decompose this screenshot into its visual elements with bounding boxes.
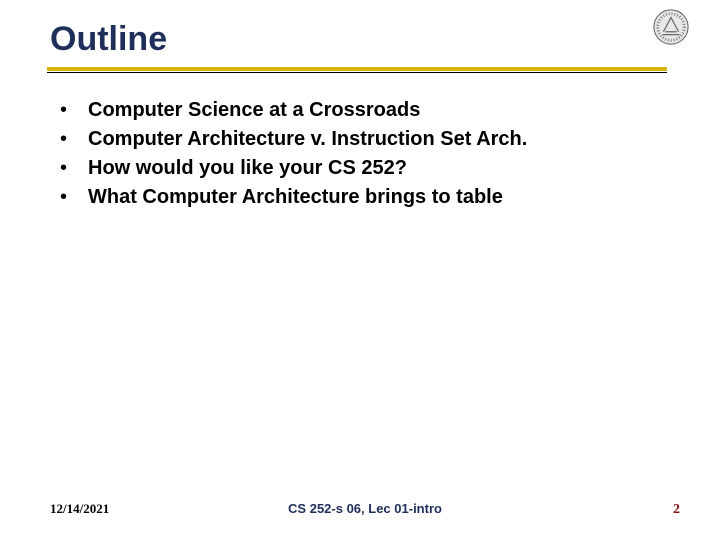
slide-title: Outline bbox=[50, 20, 680, 59]
title-underline bbox=[47, 67, 667, 71]
footer-center: CS 252-s 06, Lec 01-intro bbox=[50, 501, 680, 516]
bullet-text: Computer Science at a Crossroads bbox=[88, 98, 420, 123]
footer: 12/14/2021 CS 252-s 06, Lec 01-intro 2 bbox=[50, 501, 680, 518]
list-item: • How would you like your CS 252? bbox=[60, 156, 670, 181]
bullet-icon: • bbox=[60, 156, 88, 180]
bullet-text: How would you like your CS 252? bbox=[88, 156, 407, 181]
slide: Outline • Computer Science at a Crossroa… bbox=[0, 0, 720, 540]
list-item: • Computer Architecture v. Instruction S… bbox=[60, 127, 670, 152]
bullet-text: Computer Architecture v. Instruction Set… bbox=[88, 127, 527, 152]
list-item: • Computer Science at a Crossroads bbox=[60, 98, 670, 123]
bullet-icon: • bbox=[60, 127, 88, 151]
bullet-list: • Computer Science at a Crossroads • Com… bbox=[60, 98, 670, 214]
title-subline bbox=[47, 72, 667, 73]
bullet-icon: • bbox=[60, 185, 88, 209]
list-item: • What Computer Architecture brings to t… bbox=[60, 185, 670, 210]
header: Outline bbox=[50, 20, 680, 73]
bullet-icon: • bbox=[60, 98, 88, 122]
bullet-text: What Computer Architecture brings to tab… bbox=[88, 185, 503, 210]
